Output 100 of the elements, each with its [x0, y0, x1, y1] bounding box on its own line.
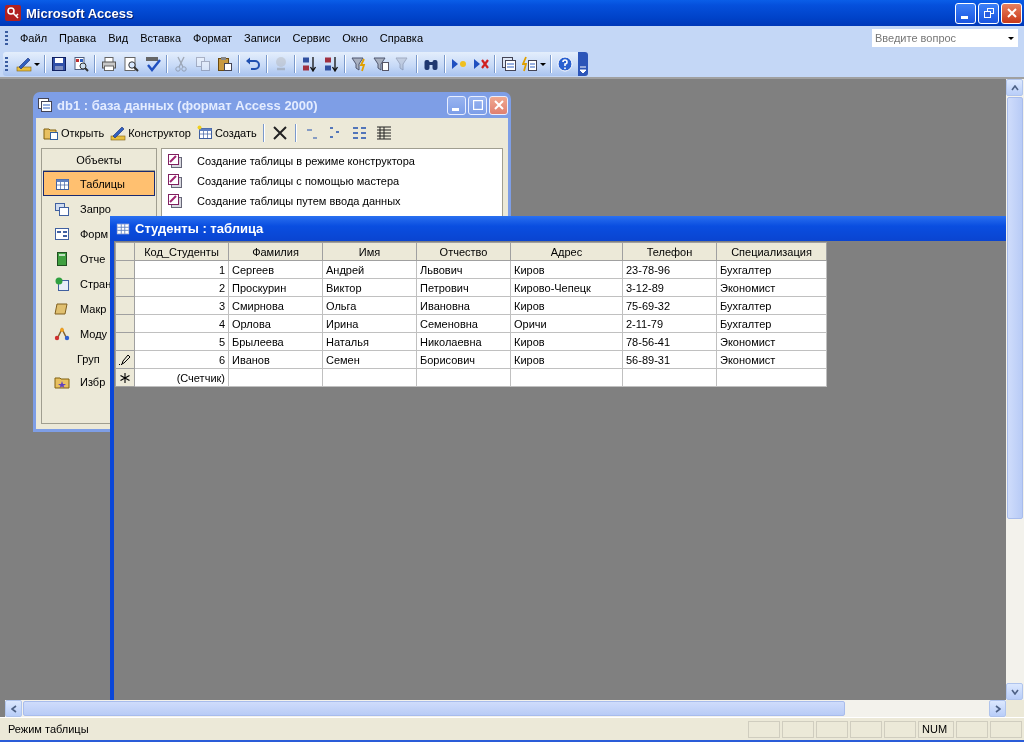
open-icon	[43, 125, 59, 141]
menu-item[interactable]: Справка	[373, 29, 429, 47]
grip-handle[interactable]	[5, 31, 8, 45]
table-cell: Экономист	[716, 278, 827, 297]
menu-item[interactable]: Окно	[336, 29, 374, 47]
help-search-field[interactable]: Введите вопрос	[872, 29, 1004, 47]
restore-icon	[983, 8, 994, 18]
details-view-icon	[375, 125, 392, 141]
maximize-icon	[472, 100, 483, 110]
table-cell: 2	[134, 278, 229, 297]
table-cell: 6	[134, 350, 229, 369]
caret-icon	[540, 60, 546, 67]
menu-item[interactable]: Файл	[14, 29, 54, 47]
design-icon	[110, 125, 127, 141]
pencil-icon	[119, 353, 131, 366]
table-cell: (Счетчик)	[134, 368, 229, 387]
dropdown-button[interactable]	[1004, 29, 1018, 47]
caret-icon	[34, 60, 40, 67]
menu-item[interactable]: Записи	[238, 29, 287, 47]
column-header[interactable]: Фамилия	[228, 242, 323, 261]
object-type-item[interactable]: Форм	[43, 221, 110, 246]
horizontal-scrollbar[interactable]	[5, 700, 1006, 717]
help-icon	[557, 55, 573, 72]
toolbar-button[interactable]: Открыть	[41, 122, 107, 144]
table-cell: 23-78-96	[622, 260, 717, 279]
table-cell: Андрей	[322, 260, 417, 279]
status-panel	[884, 720, 916, 738]
column-header[interactable]: Телефон	[622, 242, 717, 261]
column-header[interactable]: Имя	[322, 242, 417, 261]
table-cell: Бухгалтер	[716, 260, 827, 279]
scroll-thumb[interactable]	[1007, 97, 1023, 519]
section-header[interactable]: Груп	[43, 349, 100, 369]
menu-item[interactable]: Формат	[187, 29, 239, 47]
table-cell: Ольга	[322, 296, 417, 315]
scroll-right-button[interactable]	[989, 700, 1006, 717]
table-cell: Смирнова	[228, 296, 323, 315]
scroll-thumb[interactable]	[23, 701, 845, 716]
close-icon	[1006, 8, 1017, 18]
object-type-item[interactable]: Отче	[43, 246, 107, 271]
table-cell: Сергеев	[228, 260, 323, 279]
group-item[interactable]: Избр	[43, 369, 107, 394]
object-type-item[interactable]: Таблицы	[43, 171, 155, 196]
toolbar-button[interactable]: Создать	[194, 122, 259, 144]
table-cell: Ирина	[322, 314, 417, 333]
scroll-up-button[interactable]	[1006, 79, 1023, 96]
grip-handle[interactable]	[5, 56, 8, 71]
restore-button[interactable]	[978, 2, 999, 24]
object-type-item[interactable]: Запро	[43, 196, 112, 221]
hyperlink-icon	[273, 55, 289, 72]
toolbar-button[interactable]: Конструктор	[108, 122, 193, 144]
table-cell: 78-56-41	[622, 332, 717, 351]
column-header[interactable]: Код_Студенты	[134, 242, 229, 261]
table-cell: Киров	[510, 332, 623, 351]
new-table-icon	[196, 125, 213, 141]
filter-icon	[395, 55, 411, 72]
macro-icon	[54, 300, 70, 317]
column-header[interactable]: Адрес	[510, 242, 623, 261]
app-key-icon	[5, 5, 21, 21]
query-icon	[54, 200, 70, 217]
module-icon	[54, 325, 70, 342]
list-item[interactable]: Создание таблицы путем ввода данных	[162, 191, 401, 211]
table-cell: 75-69-32	[622, 296, 717, 315]
document-pencil-icon	[167, 193, 183, 209]
object-type-item[interactable]: Моду	[43, 321, 109, 346]
column-header[interactable]: Специализация	[716, 242, 827, 261]
design-view-icon	[16, 55, 32, 72]
print-preview-icon	[123, 55, 139, 72]
list-item[interactable]: Создание таблицы в режиме конструктора	[162, 151, 415, 171]
menu-item[interactable]: Вид	[102, 29, 135, 47]
new-object-icon	[522, 55, 538, 72]
scroll-left-button[interactable]	[5, 700, 22, 717]
column-header[interactable]: Отчество	[416, 242, 511, 261]
close-button[interactable]	[489, 95, 508, 115]
table-cell: Бухгалтер	[716, 314, 827, 333]
select-all-cell[interactable]	[115, 242, 135, 261]
table-cell: Николаевна	[416, 332, 511, 351]
table-cell: Семен	[322, 350, 417, 369]
database-window-icon	[501, 55, 517, 72]
menu-item[interactable]: Сервис	[286, 29, 337, 47]
window-title: Студенты : таблица	[135, 221, 264, 236]
status-panel	[956, 720, 988, 738]
status-panel	[816, 720, 848, 738]
spell-check-icon	[145, 55, 161, 72]
undo-icon	[245, 55, 261, 72]
vertical-scrollbar[interactable]	[1006, 79, 1024, 700]
window-title: Microsoft Access	[26, 5, 135, 21]
status-panel	[748, 720, 780, 738]
print-icon	[101, 55, 117, 72]
paste-icon	[217, 55, 233, 72]
menu-item[interactable]: Вставка	[134, 29, 187, 47]
toolbar-options-button[interactable]	[578, 51, 588, 76]
table-cell: 3-12-89	[622, 278, 717, 297]
menu-item[interactable]: Правка	[53, 29, 103, 47]
minimize-button[interactable]	[447, 95, 466, 115]
table-cell: Оричи	[510, 314, 623, 333]
maximize-button[interactable]	[468, 95, 487, 115]
object-type-item[interactable]: Макр	[43, 296, 108, 321]
scroll-down-button[interactable]	[1006, 683, 1023, 700]
status-panel	[990, 720, 1022, 738]
list-item[interactable]: Создание таблицы с помощью мастера	[162, 171, 400, 191]
